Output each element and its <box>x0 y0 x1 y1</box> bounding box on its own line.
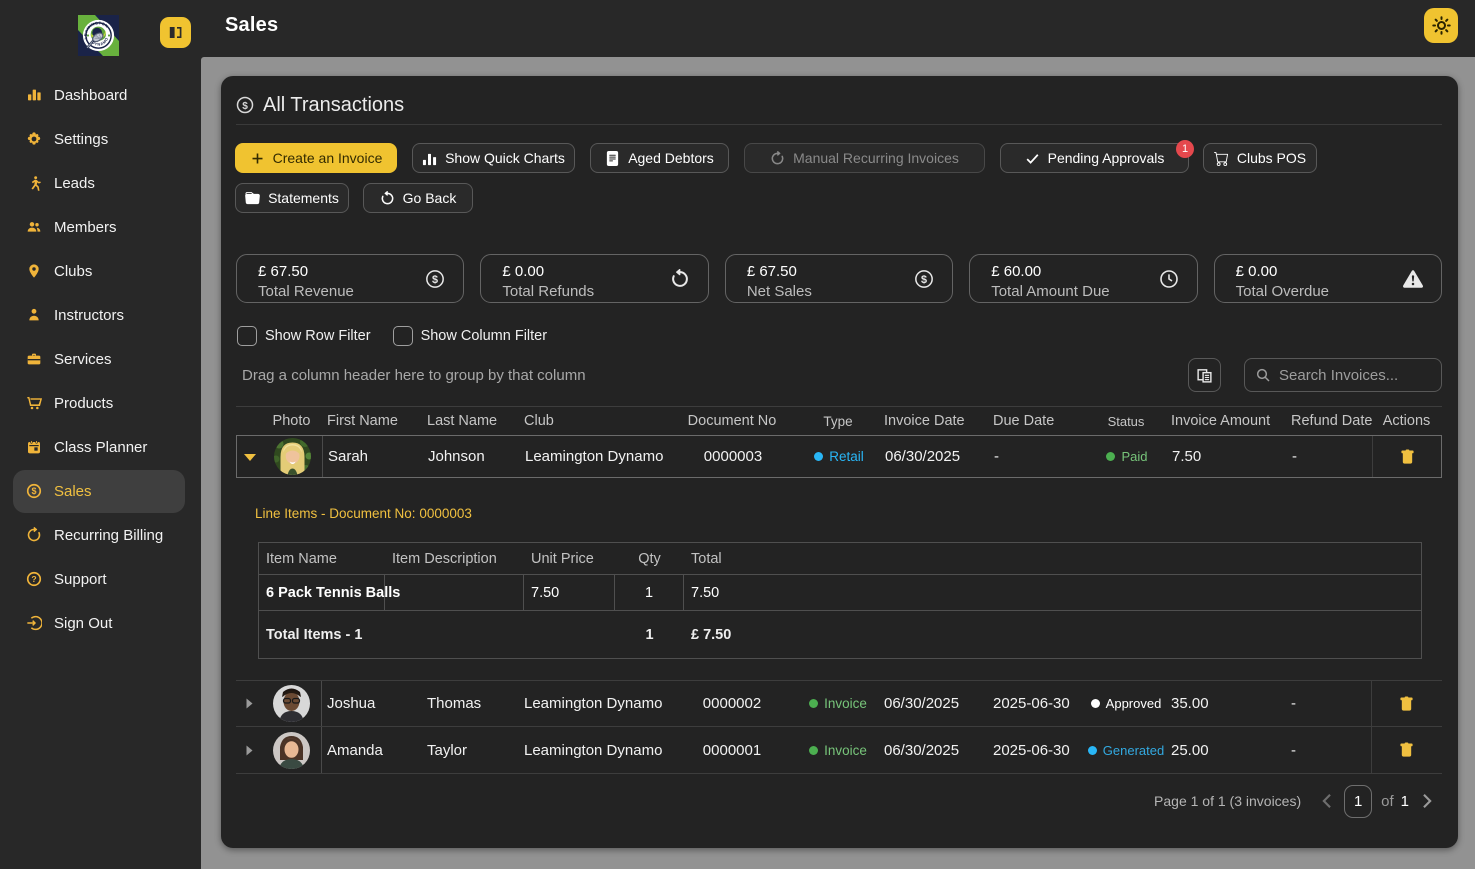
svg-text:$: $ <box>432 273 438 285</box>
svg-text:?: ? <box>31 574 36 584</box>
svg-text:$: $ <box>242 101 248 112</box>
svg-text:$: $ <box>921 273 927 285</box>
svg-text:$: $ <box>31 486 36 496</box>
